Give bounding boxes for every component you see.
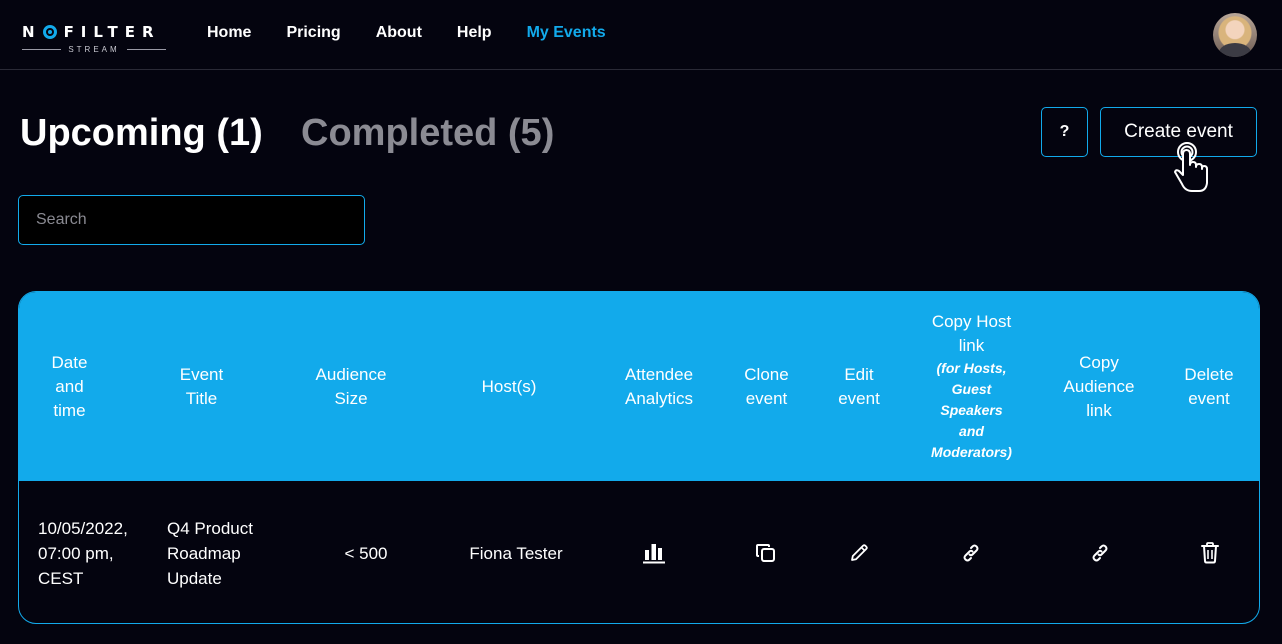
- col-title-header: Event Title: [179, 364, 224, 408]
- pencil-icon: [848, 542, 870, 564]
- trash-icon: [1199, 541, 1221, 565]
- event-audience-size: < 500: [344, 543, 388, 563]
- col-copy-host-header: Copy Host link (for Hosts, Guest Speaker…: [914, 292, 1029, 481]
- col-delete-header: Delete event: [1184, 364, 1234, 408]
- hand-cursor-icon: [1168, 140, 1212, 194]
- col-date-header: Date and time: [51, 352, 88, 420]
- col-hosts-header: Host(s): [481, 376, 537, 396]
- col-edit-header: Edit event: [838, 364, 880, 408]
- bar-chart-icon: [642, 542, 666, 564]
- analytics-button[interactable]: [634, 481, 674, 623]
- col-copy-audience-header: Copy Audience link: [1063, 352, 1135, 420]
- avatar[interactable]: [1213, 13, 1257, 57]
- col-audience-header: Audience Size: [315, 364, 387, 408]
- link-icon: [1088, 541, 1112, 565]
- copy-icon: [755, 542, 777, 564]
- nav-about[interactable]: About: [376, 24, 422, 42]
- event-title: Q4 Product Roadmap Update: [167, 518, 253, 588]
- nav-help[interactable]: Help: [457, 24, 492, 42]
- help-button[interactable]: ?: [1041, 107, 1088, 157]
- col-analytics-header: Attendee Analytics: [624, 364, 694, 408]
- clone-event-button[interactable]: [746, 481, 786, 623]
- nav-my-events[interactable]: My Events: [527, 24, 606, 42]
- nav-links: Home Pricing About Help My Events: [207, 24, 641, 42]
- copy-audience-link-button[interactable]: [1080, 481, 1120, 623]
- event-hosts: Fiona Tester: [469, 543, 563, 563]
- nav-pricing[interactable]: Pricing: [286, 24, 340, 42]
- events-table: Date and time Event Title Audience Size …: [18, 291, 1260, 624]
- tab-completed[interactable]: Completed (5): [301, 112, 554, 155]
- link-icon: [959, 541, 983, 565]
- table-header: Date and time Event Title Audience Size …: [19, 292, 1259, 481]
- nav-home[interactable]: Home: [207, 24, 251, 42]
- logo-o-icon: [42, 25, 57, 39]
- event-date: 10/05/2022, 07:00 pm, CEST: [38, 518, 128, 588]
- nofilter-logo[interactable]: N FILTER STREAM: [22, 22, 166, 58]
- copy-host-note: (for Hosts, Guest Speakers and Moderator…: [931, 360, 1012, 460]
- logo-subtitle: STREAM: [68, 45, 120, 54]
- search-input[interactable]: [18, 195, 365, 245]
- edit-event-button[interactable]: [839, 481, 879, 623]
- tab-upcoming[interactable]: Upcoming (1): [20, 112, 263, 155]
- top-nav: N FILTER STREAM Home Pricing About Help M…: [0, 0, 1282, 70]
- col-clone-header: Clone event: [744, 364, 789, 408]
- delete-event-button[interactable]: [1190, 481, 1230, 623]
- copy-host-link-button[interactable]: [951, 481, 991, 623]
